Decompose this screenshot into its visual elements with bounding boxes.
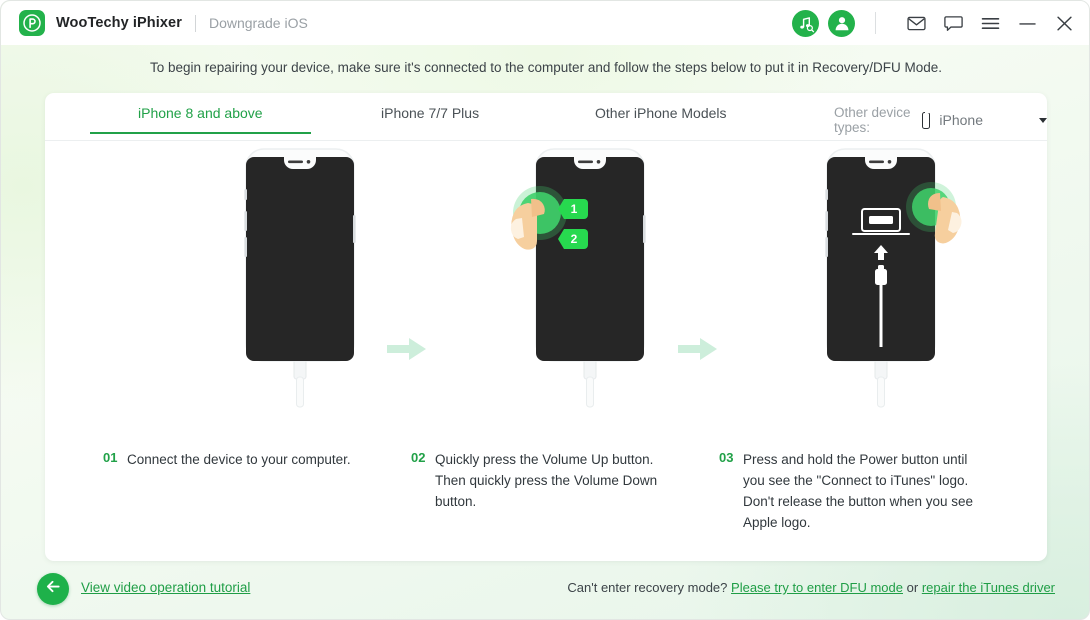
app-title: WooTechy iPhixer xyxy=(56,15,182,31)
step-text: Connect the device to your computer. xyxy=(127,452,351,467)
device-tabs: iPhone 8 and above iPhone 7/7 Plus Other… xyxy=(45,93,1047,141)
itunes-music-search-icon[interactable] xyxy=(792,9,819,37)
recovery-question-label: Can't enter recovery mode? xyxy=(567,580,728,595)
svg-text:1: 1 xyxy=(571,202,578,216)
close-icon[interactable] xyxy=(1051,10,1077,36)
step-item: 03 Press and hold the Power button until… xyxy=(719,449,981,533)
step-number: 01 xyxy=(103,450,118,465)
back-button[interactable] xyxy=(37,573,69,605)
instruction-banner: To begin repairing your device, make sur… xyxy=(1,45,1089,89)
step-item: 02 Quickly press the Volume Up button. T… xyxy=(411,449,669,512)
dfu-mode-link[interactable]: Please try to enter DFU mode xyxy=(731,580,903,595)
recovery-help-text: Can't enter recovery mode? Please try to… xyxy=(567,580,1055,595)
illustration-stage: 1 2 xyxy=(45,141,1047,441)
flow-arrow-2-icon xyxy=(676,336,720,367)
title-divider xyxy=(194,14,196,32)
tab-iphone-7-7-plus[interactable]: iPhone 7/7 Plus xyxy=(381,105,479,134)
flow-arrow-1-icon xyxy=(385,336,429,367)
step-number: 02 xyxy=(411,450,426,465)
or-label: or xyxy=(906,580,919,595)
hamburger-menu-icon[interactable] xyxy=(977,10,1003,36)
badge-2: 2 xyxy=(558,229,588,249)
content-card: iPhone 8 and above iPhone 7/7 Plus Other… xyxy=(45,93,1047,561)
window-subtitle: Downgrade iOS xyxy=(208,15,308,31)
mail-icon[interactable] xyxy=(903,10,929,36)
step-text: Quickly press the Volume Up button. Then… xyxy=(435,452,658,509)
view-video-tutorial-link[interactable]: View video operation tutorial xyxy=(81,580,250,595)
other-device-types-selector[interactable]: Other device types: iPhone xyxy=(834,105,1047,135)
illustration-step-2: 1 2 xyxy=(490,141,690,416)
svg-text:2: 2 xyxy=(571,232,578,246)
badge-1: 1 xyxy=(558,199,588,219)
step-item: 01 Connect the device to your computer. xyxy=(103,449,393,470)
minimize-icon[interactable] xyxy=(1014,10,1040,36)
tab-iphone-8-and-above[interactable]: iPhone 8 and above xyxy=(90,105,310,134)
wootechy-p-logo-icon xyxy=(19,10,45,36)
illustration-step-3 xyxy=(781,141,981,416)
illustration-step-1 xyxy=(200,141,400,416)
phone-outline-icon xyxy=(922,110,932,129)
footer-bar: View video operation tutorial Can't ente… xyxy=(1,559,1089,619)
titlebar-separator xyxy=(875,12,876,34)
other-device-types-label: Other device types: xyxy=(834,105,911,135)
step-text: Press and hold the Power button until yo… xyxy=(743,452,973,530)
repair-itunes-driver-link[interactable]: repair the iTunes driver xyxy=(922,580,1055,595)
arrow-left-icon xyxy=(45,579,62,599)
step-number: 03 xyxy=(719,450,734,465)
title-bar: WooTechy iPhixer Downgrade iOS xyxy=(1,1,1089,45)
application-window: WooTechy iPhixer Downgrade iOS To begin … xyxy=(0,0,1090,620)
instruction-banner-text: To begin repairing your device, make sur… xyxy=(150,59,942,75)
chevron-down-icon[interactable] xyxy=(1039,117,1047,123)
tab-other-iphone-models[interactable]: Other iPhone Models xyxy=(595,105,727,134)
user-account-icon[interactable] xyxy=(828,9,855,37)
chat-bubble-icon[interactable] xyxy=(940,10,966,36)
selected-device-type: iPhone xyxy=(939,112,983,128)
